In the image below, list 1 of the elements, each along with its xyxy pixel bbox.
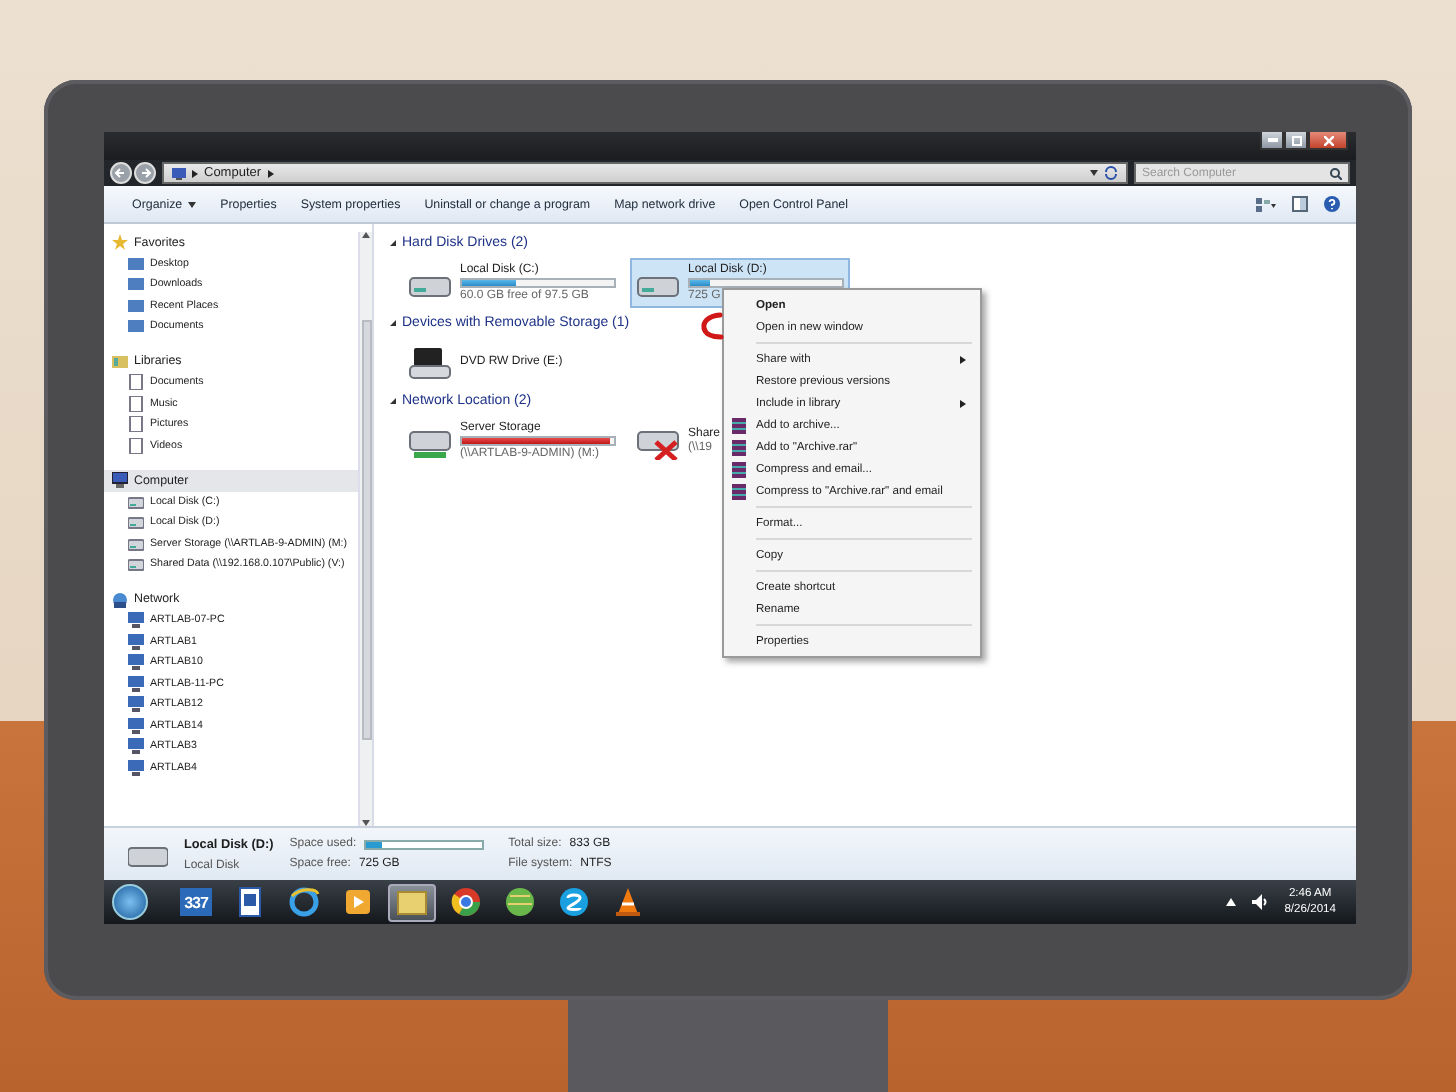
- calendar-label: 337: [180, 888, 212, 916]
